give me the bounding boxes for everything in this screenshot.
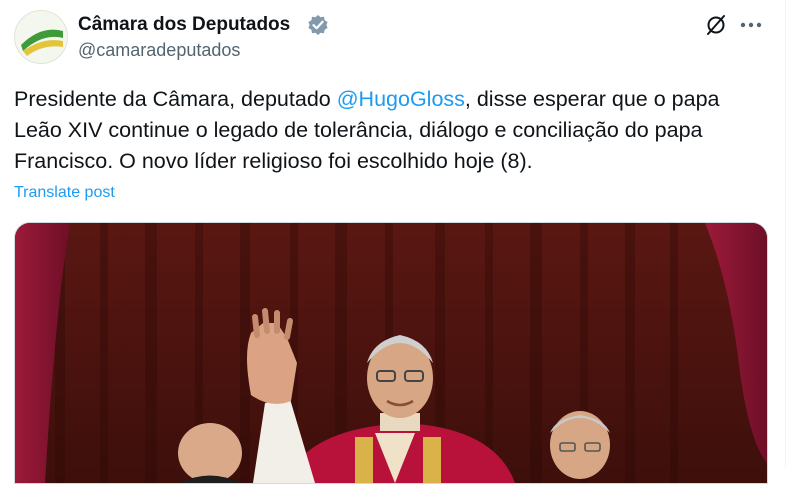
translate-post-link[interactable]: Translate post: [14, 184, 115, 202]
author-name[interactable]: Câmara dos Deputados: [78, 14, 290, 36]
post-text-line-3: Francisco. O novo líder religioso foi es…: [14, 149, 533, 173]
photo-pope-balcony: [15, 223, 767, 483]
author-handle[interactable]: @camaradeputados: [78, 40, 240, 61]
more-options-icon[interactable]: [738, 14, 764, 36]
avatar[interactable]: [14, 10, 68, 64]
post-text-line-1-rest: , disse esperar que o papa: [464, 87, 720, 111]
post-text-line-1: Presidente da Câmara, deputado @HugoGlos…: [14, 84, 784, 115]
verified-badge-icon: [308, 15, 328, 35]
mention-link[interactable]: @HugoGloss: [337, 87, 465, 111]
post-text-intro: Presidente da Câmara, deputado: [14, 87, 337, 111]
post-text-line-2: Leão XIV continue o legado de tolerância…: [14, 118, 703, 142]
post-text: Presidente da Câmara, deputado @HugoGlos…: [14, 84, 784, 177]
column-divider: [785, 0, 786, 467]
post-card: Câmara dos Deputados @camaradeputados Pr…: [0, 0, 800, 484]
camara-logo: [15, 11, 67, 63]
right-cleric-figure: [550, 411, 610, 479]
grok-icon[interactable]: [705, 14, 727, 36]
post-media-image[interactable]: [14, 222, 768, 484]
